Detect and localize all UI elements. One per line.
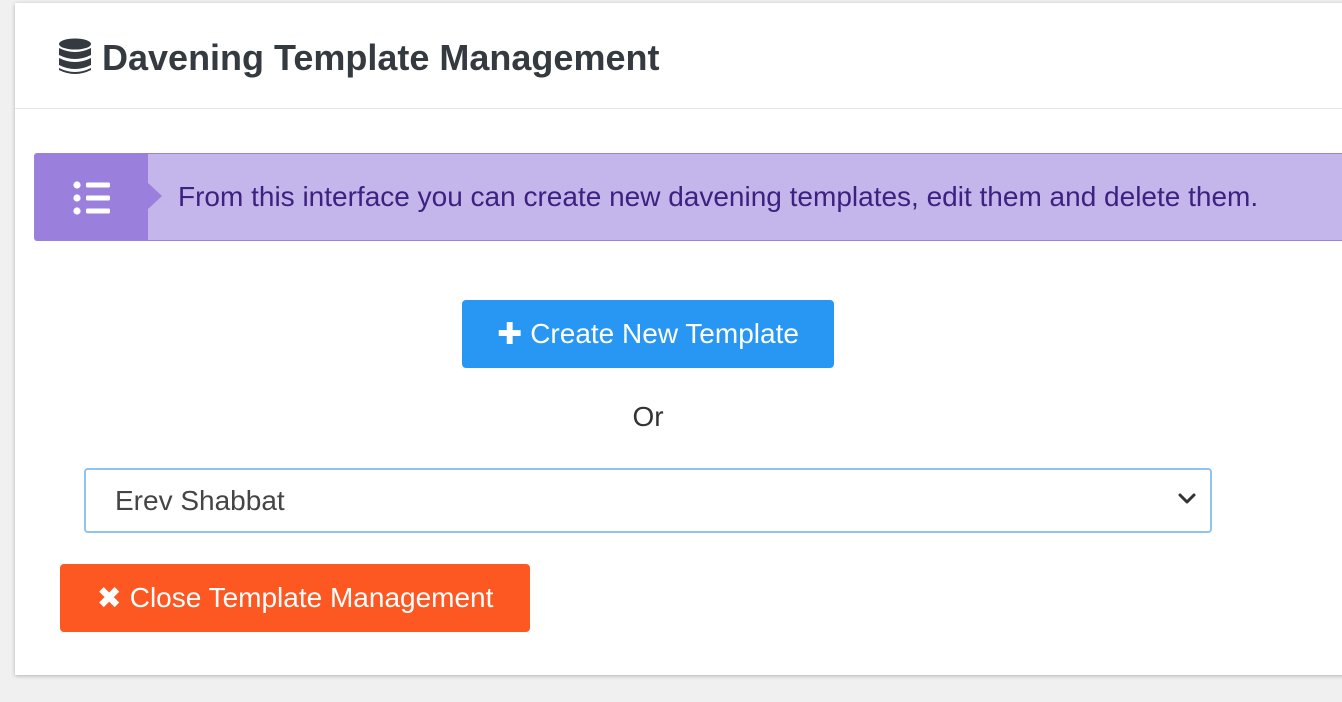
template-select-value: Erev Shabbat <box>115 485 285 516</box>
or-separator: Or <box>632 401 664 432</box>
callout-arrow <box>148 183 162 209</box>
database-icon <box>58 38 92 76</box>
template-management-card: Davening Template Management From this i… <box>15 3 1342 675</box>
chevron-down-icon <box>1178 492 1196 504</box>
card-header: Davening Template Management <box>15 3 1342 109</box>
info-callout: From this interface you can create new d… <box>34 153 1342 241</box>
create-new-template-button[interactable]: ✚ Create New Template <box>462 300 834 368</box>
callout-text: From this interface you can create new d… <box>178 181 1259 212</box>
page-title: Davening Template Management <box>102 37 660 78</box>
plus-icon: ✚ <box>497 317 523 351</box>
close-button-label: Close Template Management <box>129 582 494 613</box>
callout-icon-box <box>35 154 148 240</box>
close-icon: ✖ <box>96 581 122 615</box>
template-select[interactable]: Erev Shabbat <box>84 468 1212 533</box>
create-button-label: Create New Template <box>530 318 799 349</box>
close-template-management-button[interactable]: ✖ Close Template Management <box>60 564 530 632</box>
list-icon <box>73 180 113 216</box>
